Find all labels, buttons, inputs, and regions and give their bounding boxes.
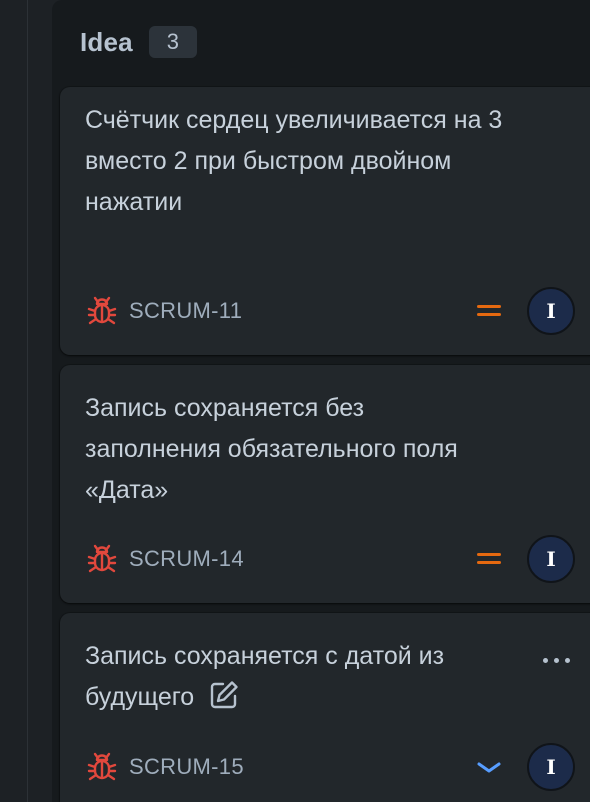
left-sidebar-edge (0, 0, 28, 802)
issue-summary: Запись сохраняется с датой из будущего (85, 636, 525, 718)
card-footer: SCRUM-11 I (85, 287, 590, 335)
bug-icon (85, 750, 119, 784)
issue-key[interactable]: SCRUM-14 (129, 546, 244, 572)
card-footer: SCRUM-14 I (85, 535, 590, 583)
issue-summary-text: Запись сохраняется с датой из будущего (85, 642, 445, 711)
assignee-avatar[interactable]: I (527, 535, 575, 583)
column-header: Idea 3 (80, 24, 197, 60)
issue-card[interactable]: Запись сохраняется без заполнения обязат… (60, 365, 590, 603)
column-title: Idea (80, 26, 133, 57)
issue-summary: Запись сохраняется без заполнения обязат… (85, 394, 458, 504)
more-actions-icon[interactable] (534, 644, 578, 676)
card-footer: SCRUM-15 I (85, 743, 590, 791)
bug-icon (85, 542, 119, 576)
priority-medium-icon (475, 545, 503, 573)
issue-card[interactable]: Запись сохраняется с датой из будущего S… (60, 613, 590, 802)
issue-key[interactable]: SCRUM-11 (129, 298, 242, 324)
issue-count-badge: 3 (148, 26, 197, 58)
priority-low-icon (475, 753, 503, 781)
issue-key[interactable]: SCRUM-15 (129, 754, 244, 780)
issue-summary: Счётчик сердец увеличивается на 3 вместо… (85, 106, 503, 216)
pencil-edit-icon[interactable] (208, 679, 240, 711)
issue-card[interactable]: Счётчик сердец увеличивается на 3 вместо… (60, 87, 590, 355)
assignee-avatar[interactable]: I (527, 743, 575, 791)
bug-icon (85, 294, 119, 328)
board-view: Idea 3 Счётчик сердец увеличивается на 3… (0, 0, 590, 802)
assignee-avatar[interactable]: I (527, 287, 575, 335)
priority-medium-icon (475, 297, 503, 325)
